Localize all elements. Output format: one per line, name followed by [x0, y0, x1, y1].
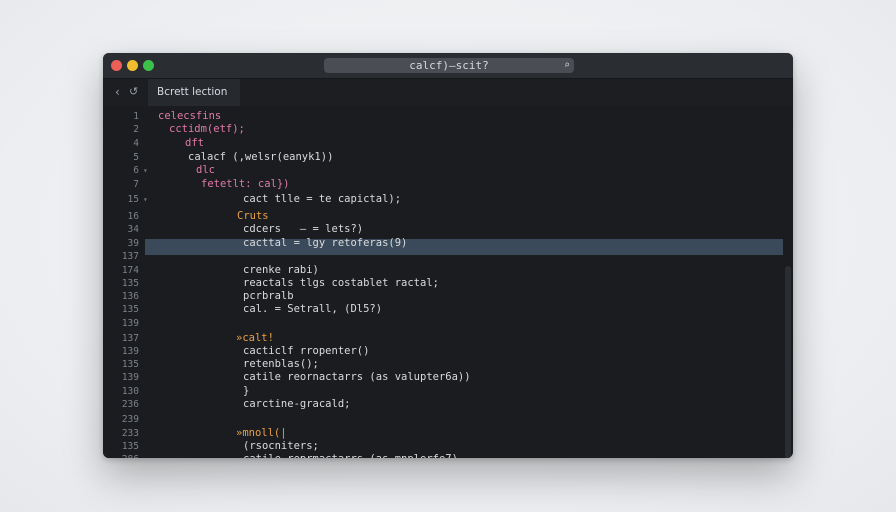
code-line[interactable]: 34 cdcers – = lets?) [103, 223, 793, 236]
code-line[interactable]: 135 retenblas(); [103, 358, 793, 371]
code-line[interactable]: 233 »mnoll(| [103, 427, 793, 440]
code-text: Cruts [237, 210, 269, 222]
code-text: retenblas(); [243, 358, 319, 370]
line-number: 7 [133, 179, 139, 190]
code-line[interactable]: 39 cacttal = lgy retoferas(9) [103, 237, 793, 250]
code-text: cdcers – = lets?) [243, 223, 364, 235]
close-window-button[interactable] [111, 60, 122, 71]
code-line[interactable]: 137 [103, 250, 793, 263]
code-text: reactals tlgs costablet ractal; [243, 277, 439, 289]
line-number: 16 [127, 211, 139, 222]
code-text: cacticlf rropenter() [243, 345, 370, 357]
fold-chevron-icon[interactable]: ▾ [143, 164, 148, 177]
line-number: 135 [121, 441, 139, 452]
line-number: 5 [133, 152, 139, 163]
code-text: carctine-gracald; [243, 398, 351, 410]
code-line[interactable]: 139 catile reornactarrs (as valupter6a)) [103, 371, 793, 384]
vertical-scrollbar[interactable] [785, 266, 791, 458]
line-number: 139 [121, 372, 139, 383]
line-number: 233 [121, 428, 139, 439]
tab-label: Bcrett lection [157, 86, 228, 98]
code-text: pcrbralb [243, 290, 294, 302]
line-number: 135 [121, 359, 139, 370]
code-line[interactable]: 4 dft [103, 137, 793, 150]
line-number: 174 [121, 265, 139, 276]
line-number: 15 [127, 194, 139, 205]
line-number: 236 [121, 399, 139, 410]
code-text: (rsocniters; [243, 440, 319, 452]
code-text: cctidm(etf); [169, 123, 245, 135]
line-number: 34 [127, 224, 139, 235]
code-line[interactable]: 239 [103, 413, 793, 426]
code-text: catile reprmactarrs (as mnplerfe7) [243, 453, 458, 458]
code-line[interactable]: 286 catile reprmactarrs (as mnplerfe7) [103, 453, 793, 458]
code-line[interactable]: 15 ▾ cact tlle = te capictal); [103, 193, 793, 206]
code-text: fetetlt: cal}) [201, 178, 290, 190]
code-line[interactable]: 174 crenke rabi) [103, 264, 793, 277]
tab-active-file[interactable]: Bcrett lection [148, 79, 240, 106]
tab-bar: ‹ ↺ Bcrett lection [103, 79, 793, 106]
maximize-window-button[interactable] [143, 60, 154, 71]
code-text: } [243, 385, 250, 397]
history-icon[interactable]: ↺ [129, 85, 138, 98]
code-text: cacttal = lgy retoferas(9) [243, 237, 408, 249]
title-bar: calcf)—scit? ⌕ [103, 53, 793, 79]
code-line[interactable]: 139 cacticlf rropenter() [103, 345, 793, 358]
code-line[interactable]: 7 fetetlt: cal}) [103, 178, 793, 191]
fold-chevron-icon[interactable]: ▾ [143, 193, 148, 206]
command-search-bar[interactable]: calcf)—scit? ⌕ [324, 58, 574, 73]
search-text: calcf)—scit? [409, 59, 489, 72]
code-line[interactable]: 139 [103, 317, 793, 330]
line-number: 239 [121, 414, 139, 425]
code-text: »calt! [236, 332, 274, 344]
line-number: 136 [121, 291, 139, 302]
line-number: 4 [133, 138, 139, 149]
code-line[interactable]: 236 carctine-gracald; [103, 398, 793, 411]
code-line[interactable]: 137 »calt! [103, 332, 793, 345]
code-text: celecsfins [158, 110, 222, 122]
editor-window: calcf)—scit? ⌕ ‹ ↺ Bcrett lection 1 celec… [103, 53, 793, 458]
code-line[interactable]: 135 cal. = Setrall, (Dl5?) [103, 303, 793, 316]
code-line[interactable]: 2 cctidm(etf); [103, 123, 793, 136]
code-text: »mnoll(| [236, 427, 287, 439]
code-editor[interactable]: 1 celecsfins 2 cctidm(etf); 4 dft 5 calacf (,we… [103, 106, 793, 458]
line-number: 2 [133, 124, 139, 135]
line-number: 137 [121, 251, 139, 262]
minimize-window-button[interactable] [127, 60, 138, 71]
code-text: cal. = Setrall, (Dl5?) [243, 303, 383, 315]
code-text: dft [185, 137, 204, 149]
code-line[interactable]: 1 celecsfins [103, 110, 793, 123]
line-number: 286 [103, 453, 139, 458]
line-number: 135 [121, 304, 139, 315]
chevron-left-icon[interactable]: ‹ [115, 85, 120, 99]
line-number: 139 [121, 346, 139, 357]
code-text: dlc [196, 164, 215, 176]
line-number: 130 [121, 386, 139, 397]
code-line[interactable]: 5 calacf (,welsr(eanyk1)) [103, 151, 793, 164]
code-text: calacf (,welsr(eanyk1)) [188, 151, 334, 163]
line-number: 1 [133, 111, 139, 122]
code-line[interactable]: 130} [103, 385, 793, 398]
line-number: 137 [121, 333, 139, 344]
code-line[interactable]: 16 Cruts [103, 210, 793, 223]
line-number: 135 [121, 278, 139, 289]
code-text: cact tlle = te capictal); [243, 193, 402, 205]
line-number: 139 [121, 318, 139, 329]
line-number: 6 [133, 165, 139, 176]
code-line[interactable]: 6 ▾ dlc [103, 164, 793, 177]
code-text: crenke rabi) [243, 264, 319, 276]
code-line[interactable]: 135 (rsocniters; [103, 440, 793, 453]
code-text: catile reornactarrs (as valupter6a)) [243, 371, 471, 383]
line-number: 39 [127, 238, 139, 249]
code-line[interactable]: 135 reactals tlgs costablet ractal; [103, 277, 793, 290]
search-icon[interactable]: ⌕ [564, 58, 570, 73]
code-line[interactable]: 136 pcrbralb [103, 290, 793, 303]
